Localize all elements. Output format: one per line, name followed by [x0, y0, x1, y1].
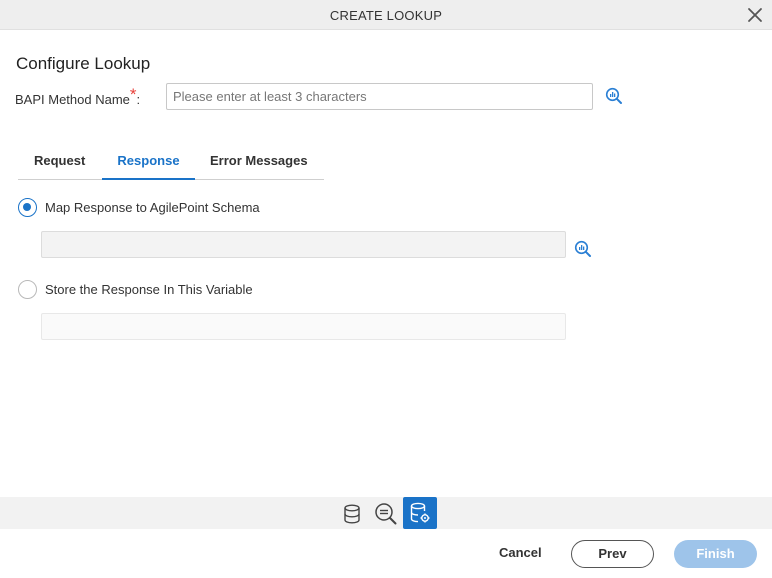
- bapi-method-label: BAPI Method Name*:: [15, 85, 141, 109]
- radio-map-response-button[interactable]: [18, 198, 37, 217]
- bapi-lookup-icon[interactable]: [605, 87, 623, 105]
- required-mark: *: [129, 85, 137, 104]
- variable-field[interactable]: [41, 313, 566, 340]
- tab-error-messages[interactable]: Error Messages: [210, 153, 308, 180]
- dialog-title: CREATE LOOKUP: [329, 8, 443, 23]
- step-query[interactable]: [372, 500, 400, 528]
- database-icon: [344, 504, 360, 524]
- radio-store-response-button[interactable]: [18, 280, 37, 299]
- radio-store-response[interactable]: Store the Response In This Variable: [18, 280, 253, 299]
- schema-lookup-icon[interactable]: [574, 240, 592, 258]
- radio-map-response-label: Map Response to AgilePoint Schema: [45, 200, 260, 215]
- dialog-titlebar: CREATE LOOKUP: [0, 0, 772, 30]
- tab-response[interactable]: Response: [102, 153, 195, 180]
- radio-map-response[interactable]: Map Response to AgilePoint Schema: [18, 198, 260, 217]
- prev-button[interactable]: Prev: [571, 540, 654, 568]
- close-icon[interactable]: [746, 6, 764, 24]
- tab-request[interactable]: Request: [34, 153, 85, 180]
- bapi-method-input[interactable]: [166, 83, 593, 110]
- step-database-settings[interactable]: [403, 497, 437, 529]
- radio-store-response-label: Store the Response In This Variable: [45, 282, 253, 297]
- schema-field[interactable]: [41, 231, 566, 258]
- section-title: Configure Lookup: [16, 54, 151, 73]
- query-icon: [375, 503, 397, 525]
- bapi-method-label-text: BAPI Method Name: [15, 92, 130, 107]
- label-colon: :: [136, 92, 141, 107]
- finish-button[interactable]: Finish: [674, 540, 757, 568]
- database-settings-icon: [410, 502, 430, 523]
- cancel-button[interactable]: Cancel: [499, 545, 542, 560]
- step-database[interactable]: [338, 500, 366, 528]
- tab-bar: Request Response Error Messages: [18, 148, 324, 180]
